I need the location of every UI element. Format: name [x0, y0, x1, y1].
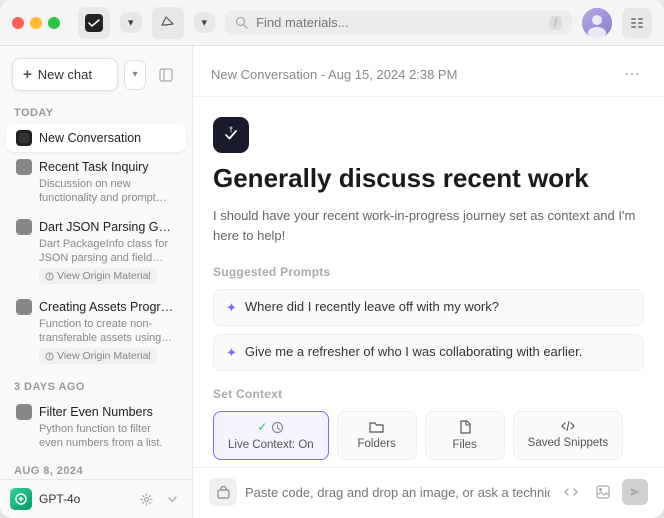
item-icon-new-conversation — [16, 130, 32, 146]
traffic-lights — [12, 17, 60, 29]
prompt-text-2: Give me a refresher of who I was collabo… — [245, 344, 582, 359]
conversation-title: Generally discuss recent work — [213, 163, 644, 194]
item-desc-creating-assets: Function to create non-transferable asse… — [16, 317, 176, 346]
sidebar-item-recent-task[interactable]: Recent Task Inquiry Discussion on new fu… — [6, 153, 186, 212]
context-button-live[interactable]: ✓ Live Context: On — [213, 411, 329, 460]
sidebar-item-dart-json[interactable]: Dart JSON Parsing Guide Dart PackageInfo… — [6, 213, 186, 292]
sidebar: + New chat ▾ TODAY — [0, 46, 193, 518]
search-shortcut: / — [549, 16, 562, 30]
model-info-icon[interactable] — [162, 489, 182, 509]
saved-snippets-label: Saved Snippets — [528, 437, 609, 449]
set-context-label: Set Context — [213, 387, 644, 401]
plus-icon: + — [23, 66, 32, 83]
input-area — [193, 467, 664, 518]
send-button[interactable] — [622, 479, 648, 505]
close-button[interactable] — [12, 17, 24, 29]
live-context-label: Live Context: On — [228, 439, 314, 451]
app-icon[interactable] — [78, 7, 110, 39]
folders-label: Folders — [357, 438, 395, 450]
view-origin-label-creating-assets: View Origin Material — [57, 350, 151, 362]
suggested-prompts-label: Suggested Prompts — [213, 265, 644, 279]
prompt-text-1: Where did I recently leave off with my w… — [245, 299, 499, 314]
files-label: Files — [453, 439, 477, 451]
search-bar[interactable]: / — [225, 10, 572, 35]
item-title-recent-task: Recent Task Inquiry — [39, 160, 149, 174]
context-buttons: ✓ Live Context: On — [213, 411, 644, 460]
prompt-item-2[interactable]: ✦ Give me a refresher of who I was colla… — [213, 334, 644, 371]
item-title-new-conversation: New Conversation — [39, 131, 141, 145]
content-header: New Conversation - Aug 15, 2024 2:38 PM … — [193, 46, 664, 97]
chat-input[interactable] — [245, 485, 550, 500]
origin-icon — [45, 272, 54, 281]
model-actions — [136, 489, 182, 509]
fullscreen-button[interactable] — [48, 17, 60, 29]
prompt-icon-1: ✦ — [226, 300, 237, 316]
more-options-button[interactable]: ⋯ — [618, 60, 646, 88]
compose-icon[interactable] — [152, 7, 184, 39]
view-origin-creating-assets[interactable]: View Origin Material — [39, 348, 157, 364]
section-label-aug8: AUG 8, 2024 — [0, 457, 192, 479]
avatar[interactable] — [582, 8, 612, 38]
content-area: New Conversation - Aug 15, 2024 2:38 PM … — [193, 46, 664, 518]
origin-icon-2 — [45, 352, 54, 361]
code-format-button[interactable] — [558, 479, 584, 505]
item-desc-recent-task: Discussion on new functionality and prom… — [16, 177, 176, 206]
section-label-3days: 3 DAYS AGO — [0, 373, 192, 397]
item-icon-filter-even — [16, 404, 32, 420]
sidebar-item-filter-even[interactable]: Filter Even Numbers Python function to f… — [6, 398, 186, 457]
sidebar-item-creating-assets[interactable]: Creating Assets Programma... Function to… — [6, 293, 186, 372]
item-desc-filter-even: Python function to filter even numbers f… — [16, 422, 176, 451]
view-origin-label-dart-json: View Origin Material — [57, 270, 151, 282]
item-icon-creating-assets — [16, 299, 32, 315]
item-title-creating-assets: Creating Assets Programma... — [39, 300, 176, 314]
search-icon — [235, 16, 248, 29]
prompt-item-1[interactable]: ✦ Where did I recently leave off with my… — [213, 289, 644, 326]
sidebar-list: TODAY New Conversation Recent Task Inqui… — [0, 99, 192, 479]
navigation-button[interactable]: ▾ — [194, 12, 216, 33]
folders-icon — [369, 420, 384, 433]
input-actions — [558, 479, 648, 505]
model-icon — [10, 488, 32, 510]
new-chat-label: New chat — [38, 67, 92, 82]
new-chat-caret-button[interactable]: ▾ — [124, 60, 146, 90]
files-icon — [459, 420, 471, 434]
item-icon-dart-json — [16, 219, 32, 235]
model-selector[interactable]: GPT-4o — [0, 479, 192, 518]
minimize-button[interactable] — [30, 17, 42, 29]
sidebar-toggle-button[interactable] — [152, 61, 180, 89]
context-button-folders[interactable]: Folders — [337, 411, 417, 460]
image-button[interactable] — [590, 479, 616, 505]
section-label-today: TODAY — [0, 99, 192, 123]
item-desc-dart-json: Dart PackageInfo class for JSON parsing … — [16, 237, 176, 266]
attachment-button[interactable] — [209, 478, 237, 506]
model-name-label: GPT-4o — [39, 492, 129, 506]
context-button-saved-snippets[interactable]: Saved Snippets — [513, 411, 624, 460]
checkmark-icon: ✓ — [257, 420, 267, 434]
context-button-files[interactable]: Files — [425, 411, 505, 460]
app-menu-button[interactable]: ▾ — [120, 12, 142, 33]
new-chat-button[interactable]: + New chat — [12, 58, 118, 91]
sidebar-item-new-conversation[interactable]: New Conversation — [6, 124, 186, 152]
view-origin-dart-json[interactable]: View Origin Material — [39, 268, 157, 284]
model-settings-icon[interactable] — [136, 489, 156, 509]
content-body: Generally discuss recent work I should h… — [193, 97, 664, 467]
conversation-date: New Conversation - Aug 15, 2024 2:38 PM — [211, 67, 457, 82]
item-title-filter-even: Filter Even Numbers — [39, 405, 153, 419]
item-title-dart-json: Dart JSON Parsing Guide — [39, 220, 176, 234]
item-icon-recent-task — [16, 159, 32, 175]
saved-snippets-icon — [561, 420, 575, 432]
prompt-icon-2: ✦ — [226, 345, 237, 361]
settings-icon[interactable] — [622, 8, 652, 38]
search-input[interactable] — [256, 15, 541, 30]
conversation-subtitle: I should have your recent work-in-progre… — [213, 206, 644, 245]
conversation-logo — [213, 117, 249, 153]
titlebar: ▾ ▾ / — [0, 0, 664, 46]
sidebar-top: + New chat ▾ — [0, 46, 192, 99]
live-context-icon: ✓ — [257, 420, 284, 434]
